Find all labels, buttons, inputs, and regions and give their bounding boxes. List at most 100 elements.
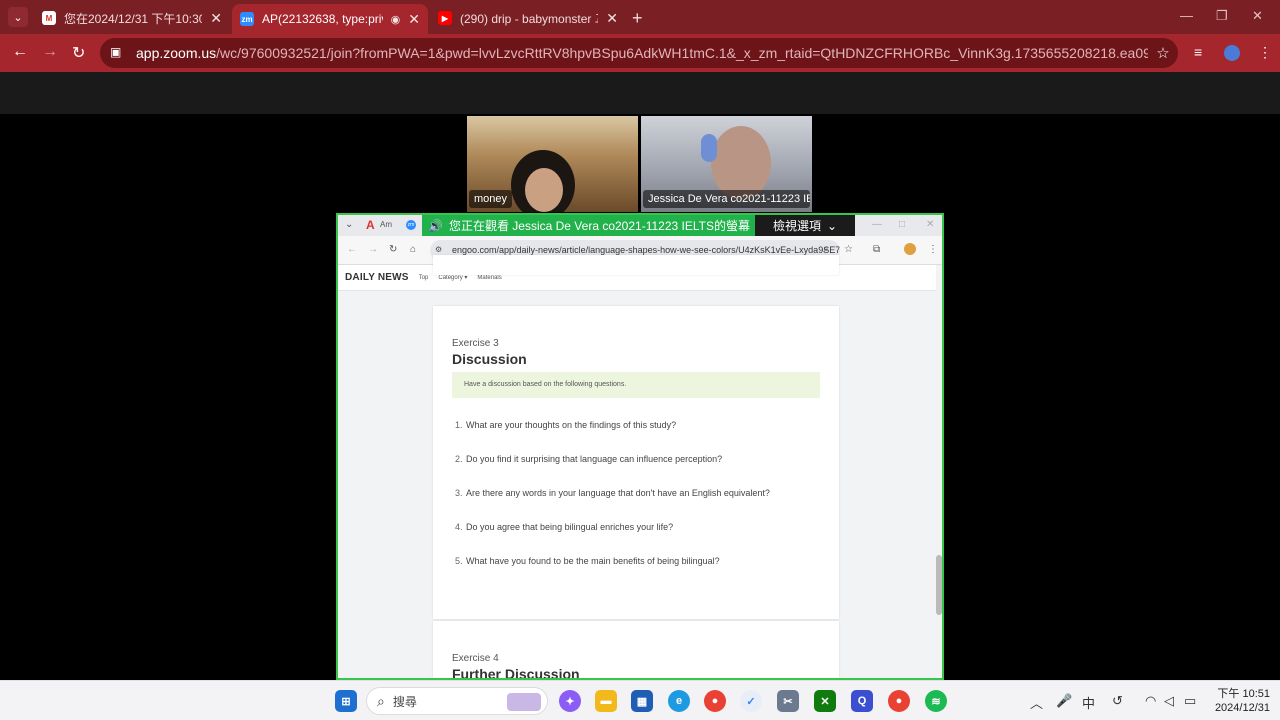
edge-icon[interactable]: e xyxy=(668,690,690,712)
back-icon: ← xyxy=(347,244,357,255)
shared-screen[interactable]: ⌄ A Am zm — □ ✕ 🔊 您正在觀看 Jessica De Vera … xyxy=(336,213,944,680)
zoom-header xyxy=(0,72,1280,114)
question-item: 3. Are there any words in your language t… xyxy=(455,488,770,498)
ime-mode-icon[interactable]: ↺ xyxy=(1112,693,1123,709)
search-icon: ⌕ xyxy=(377,692,385,709)
address-bar[interactable]: ▣ app.zoom.us/wc/97600932521/join?fromPW… xyxy=(100,38,1178,68)
view-options-button[interactable]: 檢視選項 ⌄ xyxy=(755,215,855,236)
close-icon[interactable]: ✕ xyxy=(606,10,618,27)
tab-gmail[interactable]: M 您在2024/12/31 下午10:30有一 ✕ xyxy=(34,4,230,32)
window-close-icon[interactable]: ✕ xyxy=(1252,8,1263,24)
gmail-icon: M xyxy=(42,11,56,25)
question-item: 2. Do you find it surprising that languag… xyxy=(455,454,723,464)
wifi-icon[interactable]: ◠ xyxy=(1145,693,1156,709)
recording-icon: ◉ xyxy=(390,13,401,26)
clock-app-icon[interactable]: ✓ xyxy=(740,690,762,712)
zoom-lens-icon: ⌕ xyxy=(823,244,829,255)
question-item: 5. What have you found to be the main ben… xyxy=(455,556,720,566)
battery-icon[interactable]: ▭ xyxy=(1184,693,1196,709)
exercise-label: Exercise 4 xyxy=(452,653,499,664)
new-tab-button[interactable]: + xyxy=(632,8,643,29)
tab-youtube[interactable]: ▶ (290) drip - babymonster 교차 ✕ xyxy=(430,4,626,32)
zoom-icon: zm xyxy=(406,220,416,230)
clock-date: 2024/12/31 xyxy=(1214,702,1270,714)
microphone-icon[interactable]: 🎤 xyxy=(1056,693,1072,709)
profile-avatar[interactable] xyxy=(1224,45,1240,61)
headphones-icon xyxy=(701,134,717,162)
xbox-icon[interactable]: ✕ xyxy=(814,690,836,712)
adobe-icon: A xyxy=(366,218,375,232)
spotify-icon[interactable]: ≋ xyxy=(925,690,947,712)
url-text: app.zoom.us/wc/97600932521/join?fromPWA=… xyxy=(136,45,1148,61)
clock-time: 下午 10:51 xyxy=(1217,688,1270,700)
tab-search-button[interactable]: ⌄ xyxy=(8,7,28,27)
shared-url-text: engoo.com/app/daily-news/article/languag… xyxy=(452,245,840,255)
tab-zoom[interactable]: zm AP(22132638, type:private ◉ ✕ xyxy=(232,4,428,34)
browser-toolbar: ← → ↻ ▣ app.zoom.us/wc/97600932521/join?… xyxy=(0,34,1280,72)
tab-title: AP(22132638, type:private xyxy=(262,12,383,26)
participant-video-jessica[interactable]: Jessica De Vera co2021-11223 IE... xyxy=(641,116,812,212)
restore-icon: □ xyxy=(899,219,906,230)
volume-icon[interactable]: ◁ xyxy=(1164,693,1174,709)
tab-search-icon: ⌄ xyxy=(345,219,354,230)
scrollbar-thumb xyxy=(936,555,942,615)
exercise-card: Exercise 3 Discussion Have a discussion … xyxy=(433,306,839,619)
site-info-icon: ⚙ xyxy=(435,245,443,254)
share-notice-banner: 🔊 您正在觀看 Jessica De Vera co2021-11223 IEL… xyxy=(422,215,755,236)
speaker-icon: 🔊 xyxy=(428,218,443,233)
participant-name: Jessica De Vera co2021-11223 IE... xyxy=(643,190,810,208)
ime-indicator[interactable]: 中 xyxy=(1082,693,1095,712)
menu-top: Top xyxy=(418,274,429,281)
close-icon: ✕ xyxy=(926,219,935,230)
chrome-profile-icon[interactable]: ● xyxy=(888,690,910,712)
start-icon[interactable]: ⊞ xyxy=(335,690,357,712)
shared-tab-title: Am xyxy=(380,220,392,229)
menu-icon: ⋮ xyxy=(928,244,938,255)
participant-face xyxy=(711,126,771,200)
extensions-icon: ⧉ xyxy=(873,244,881,255)
snipping-icon[interactable]: ✂ xyxy=(777,690,799,712)
chrome-icon[interactable]: ● xyxy=(704,690,726,712)
question-item: 4. Do you agree that being bilingual enri… xyxy=(455,522,674,532)
taskbar: ⊞ ⌕ 搜尋 ✦ ▬ ▦ e ● ✓ ✂ ✕ Q ● ≋ ︿ 🎤 中 ↺ ◠ ◁… xyxy=(0,680,1280,720)
close-icon[interactable]: ✕ xyxy=(408,11,420,28)
copilot-icon[interactable]: ✦ xyxy=(559,690,581,712)
exercise-label: Exercise 3 xyxy=(452,338,499,349)
reload-button[interactable]: ↻ xyxy=(72,43,85,63)
home-icon: ⌂ xyxy=(410,244,417,255)
menu-materials: Materials xyxy=(477,274,502,281)
reload-icon: ↻ xyxy=(389,244,398,255)
media-control-icon[interactable]: ≡ xyxy=(1194,44,1202,60)
article-page: DAILY NEWS Top Category ▾ Materials Exer… xyxy=(338,255,942,680)
menu-category: Category ▾ xyxy=(438,275,468,281)
youtube-icon: ▶ xyxy=(438,11,452,25)
taskbar-search[interactable]: ⌕ 搜尋 xyxy=(366,687,548,715)
zoom-icon: zm xyxy=(240,12,254,26)
browser-tabbar: ⌄ M 您在2024/12/31 下午10:30有一 ✕ zm AP(22132… xyxy=(0,0,1280,34)
chevron-down-icon: ⌄ xyxy=(826,218,838,233)
exercise-card: Exercise 4 Further Discussion xyxy=(433,621,839,680)
restore-icon[interactable]: ❐ xyxy=(1216,8,1228,24)
previous-exercise-card xyxy=(433,255,839,275)
participant-video-money[interactable]: money xyxy=(467,116,638,212)
search-highlight-image xyxy=(507,693,541,711)
file-explorer-icon[interactable]: ▬ xyxy=(595,690,617,712)
participant-face xyxy=(525,168,563,212)
teams-icon[interactable]: Q xyxy=(851,690,873,712)
minimize-icon[interactable]: — xyxy=(1180,8,1193,23)
bookmark-star-icon[interactable]: ☆ xyxy=(1148,44,1178,62)
back-button[interactable]: ← xyxy=(12,43,28,61)
minimize-icon: — xyxy=(872,219,882,230)
forward-button[interactable]: → xyxy=(42,43,58,61)
site-info-icon[interactable]: ▣ xyxy=(110,45,126,61)
exercise-title: Further Discussion xyxy=(452,666,580,680)
tab-title: (290) drip - babymonster 교차 xyxy=(460,11,598,26)
close-icon[interactable]: ✕ xyxy=(210,10,222,27)
menu-icon[interactable]: ⋮ xyxy=(1258,44,1272,61)
chevron-up-icon[interactable]: ︿ xyxy=(1030,693,1043,712)
profile-avatar xyxy=(904,243,916,255)
participant-name: money xyxy=(469,190,513,208)
microsoft-store-icon[interactable]: ▦ xyxy=(631,690,653,712)
site-logo: DAILY NEWS xyxy=(345,272,409,283)
system-clock[interactable]: 下午 10:51 2024/12/31 xyxy=(1208,687,1270,715)
